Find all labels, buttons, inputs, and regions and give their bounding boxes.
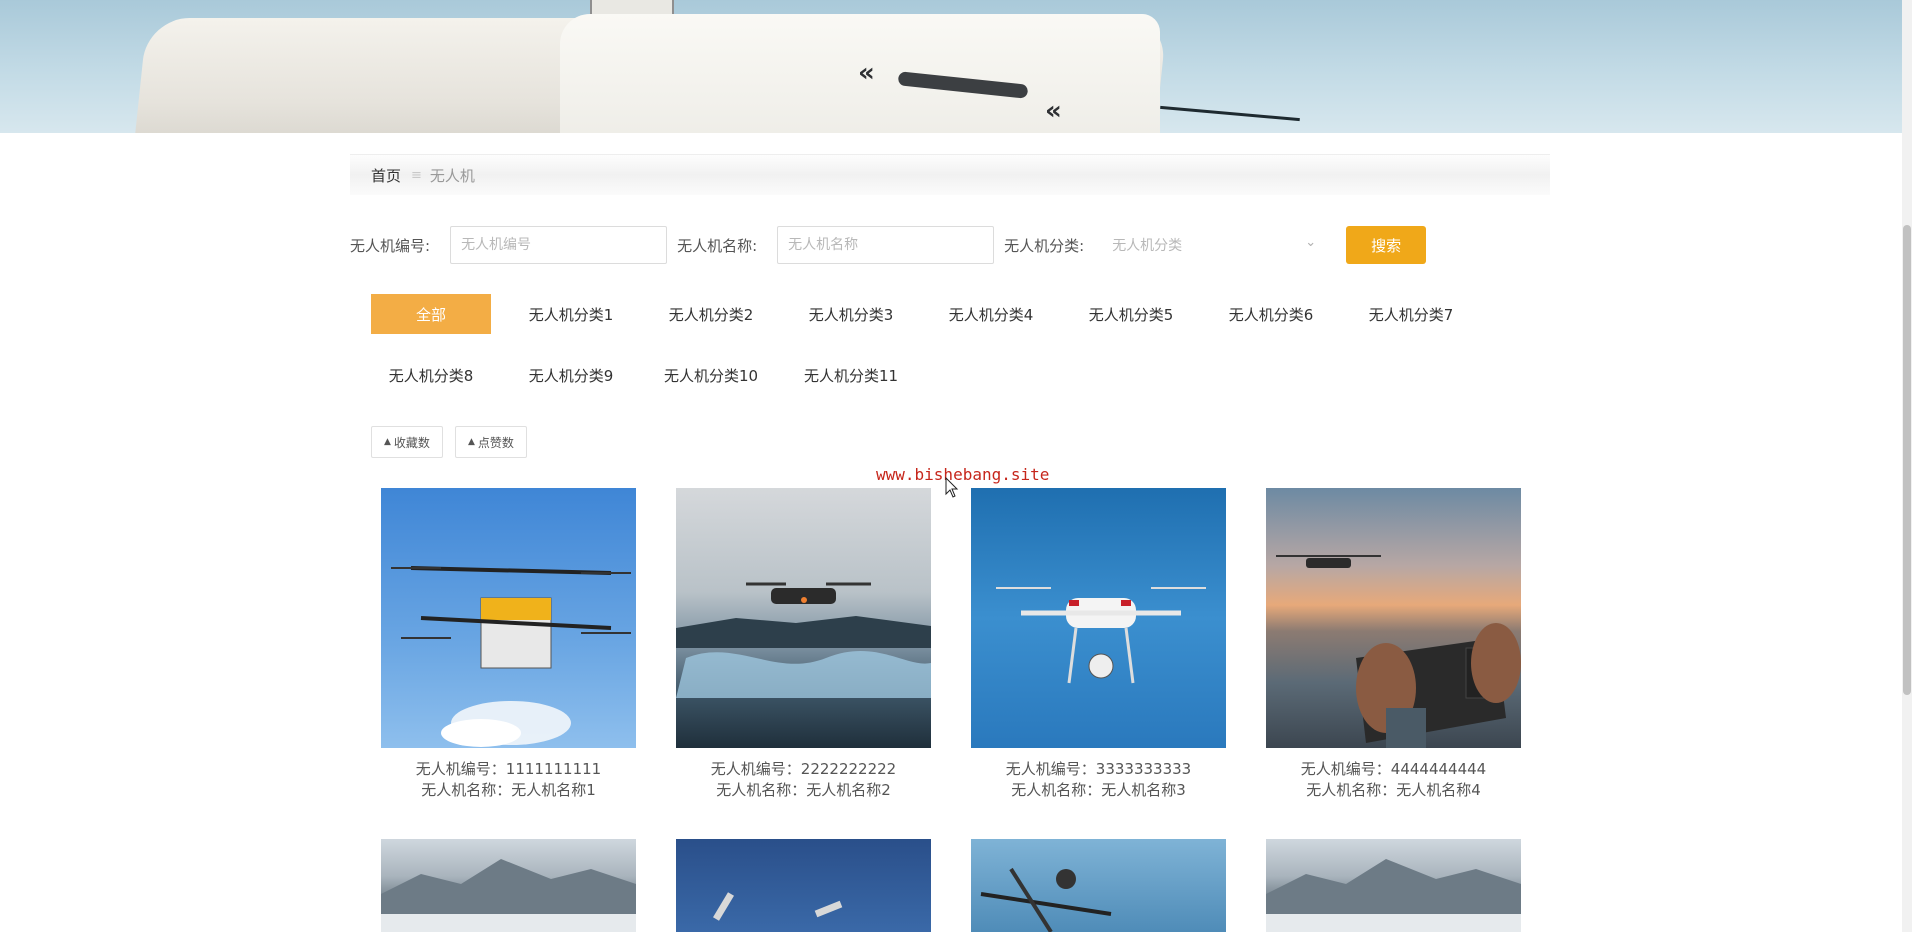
product-image[interactable] bbox=[381, 488, 636, 748]
scrollbar-thumb[interactable] bbox=[1903, 225, 1911, 695]
search-button[interactable]: 搜索 bbox=[1346, 226, 1427, 264]
product-name-label: 无人机名称： bbox=[716, 781, 807, 799]
drone-photo bbox=[712, 892, 843, 921]
product-name-label: 无人机名称： bbox=[1011, 781, 1102, 799]
name-label: 无人机名称: bbox=[677, 236, 758, 255]
sort-favorites-label: 收藏数 bbox=[393, 435, 430, 450]
product-name: 无人机名称：无人机名称1 bbox=[381, 780, 636, 801]
watermark-text: www.bishebang.site bbox=[876, 465, 1050, 484]
drone-photo bbox=[996, 587, 1206, 684]
sort-arrows-icon: ▲︎ bbox=[384, 437, 391, 447]
breadcrumb-current: 无人机 bbox=[429, 166, 475, 185]
page-scrollbar[interactable] bbox=[1902, 0, 1912, 932]
drone-photo bbox=[980, 867, 1112, 932]
product-image[interactable] bbox=[676, 839, 931, 932]
product-name-value: 无人机名称3 bbox=[1101, 781, 1186, 799]
product-meta: 无人机编号：4444444444 无人机名称：无人机名称4 bbox=[1266, 759, 1521, 801]
product-code: 无人机编号：4444444444 bbox=[1266, 759, 1521, 780]
category-tab[interactable]: 无人机分类11 bbox=[791, 355, 911, 395]
product-card[interactable]: 无人机编号：3333333333 无人机名称：无人机名称3 bbox=[971, 488, 1226, 801]
product-code-value: 2222222222 bbox=[800, 760, 897, 778]
sort-bar: ▲︎ 收藏数 ▲︎ 点赞数 bbox=[371, 426, 539, 458]
product-code: 无人机编号：2222222222 bbox=[676, 759, 931, 780]
product-image[interactable] bbox=[971, 839, 1226, 932]
product-card[interactable]: 无人机编号：1111111111 无人机名称：无人机名称1 bbox=[381, 488, 636, 801]
breadcrumb-home[interactable]: 首页 bbox=[371, 165, 401, 186]
category-tab[interactable]: 无人机分类1 bbox=[511, 294, 631, 334]
product-meta: 无人机编号：1111111111 无人机名称：无人机名称1 bbox=[381, 759, 636, 801]
code-label: 无人机编号: bbox=[350, 236, 431, 255]
sort-likes-label: 点赞数 bbox=[477, 435, 514, 450]
drone-photo bbox=[676, 582, 931, 698]
banner-cable bbox=[1160, 105, 1300, 122]
product-card[interactable]: 无人机编号：2222222222 无人机名称：无人机名称2 bbox=[676, 488, 931, 801]
sort-favorites-button[interactable]: ▲︎ 收藏数 bbox=[371, 426, 443, 458]
product-card[interactable] bbox=[1266, 839, 1521, 932]
product-image[interactable] bbox=[971, 488, 1226, 748]
category-select-placeholder: 无人机分类 bbox=[1112, 238, 1183, 254]
mountain-photo bbox=[1266, 859, 1521, 932]
product-image[interactable] bbox=[676, 488, 931, 748]
product-code-label: 无人机编号： bbox=[1300, 760, 1391, 778]
category-tab[interactable]: 无人机分类9 bbox=[511, 355, 631, 395]
search-form: 无人机编号: 无人机名称: 无人机分类: 无人机分类 ⌄ 搜索 bbox=[350, 226, 1427, 264]
product-name: 无人机名称：无人机名称3 bbox=[971, 780, 1226, 801]
product-card[interactable] bbox=[971, 839, 1226, 932]
product-image[interactable] bbox=[1266, 488, 1521, 748]
category-tab[interactable]: 无人机分类8 bbox=[371, 355, 491, 395]
drone-photo bbox=[391, 566, 631, 747]
sort-likes-button[interactable]: ▲︎ 点赞数 bbox=[454, 426, 527, 458]
product-name: 无人机名称：无人机名称2 bbox=[676, 780, 931, 801]
product-code-value: 1111111111 bbox=[505, 760, 602, 778]
product-image[interactable] bbox=[1266, 839, 1521, 932]
product-meta: 无人机编号：3333333333 无人机名称：无人机名称3 bbox=[971, 759, 1226, 801]
category-tab-all[interactable]: 全部 bbox=[371, 294, 491, 334]
product-name: 无人机名称：无人机名称4 bbox=[1266, 780, 1521, 801]
product-code-label: 无人机编号： bbox=[710, 760, 801, 778]
product-meta: 无人机编号：2222222222 无人机名称：无人机名称2 bbox=[676, 759, 931, 801]
product-code-value: 4444444444 bbox=[1390, 760, 1487, 778]
product-name-value: 无人机名称4 bbox=[1396, 781, 1481, 799]
product-name-label: 无人机名称： bbox=[1306, 781, 1397, 799]
banner-image: « « bbox=[0, 0, 1902, 133]
product-code-label: 无人机编号： bbox=[1005, 760, 1096, 778]
category-tab[interactable]: 无人机分类6 bbox=[1211, 294, 1331, 334]
banner-chevron-left-icon: « bbox=[858, 58, 875, 88]
product-code: 无人机编号：1111111111 bbox=[381, 759, 636, 780]
category-tab[interactable]: 无人机分类2 bbox=[651, 294, 771, 334]
category-label: 无人机分类: bbox=[1004, 236, 1085, 255]
mountain-photo bbox=[381, 859, 636, 932]
product-card[interactable]: 无人机编号：4444444444 无人机名称：无人机名称4 bbox=[1266, 488, 1521, 801]
drone-photo bbox=[1276, 555, 1521, 748]
sort-arrows-icon: ▲︎ bbox=[467, 437, 475, 447]
product-card[interactable] bbox=[676, 839, 931, 932]
product-code: 无人机编号：3333333333 bbox=[971, 759, 1226, 780]
code-input[interactable] bbox=[450, 226, 668, 264]
breadcrumb-separator-icon: ≡ bbox=[411, 167, 422, 183]
category-tab[interactable]: 无人机分类10 bbox=[651, 355, 771, 395]
chevron-down-icon: ⌄ bbox=[1305, 235, 1317, 250]
product-card[interactable] bbox=[381, 839, 636, 932]
category-tab[interactable]: 无人机分类3 bbox=[791, 294, 911, 334]
breadcrumb: 首页 ≡ 无人机 bbox=[350, 154, 1550, 195]
category-tab[interactable]: 无人机分类7 bbox=[1351, 294, 1471, 334]
product-name-value: 无人机名称1 bbox=[511, 781, 596, 799]
category-select[interactable]: 无人机分类 ⌄ bbox=[1102, 226, 1328, 264]
product-name-label: 无人机名称： bbox=[421, 781, 512, 799]
name-input[interactable] bbox=[777, 226, 995, 264]
product-name-value: 无人机名称2 bbox=[806, 781, 891, 799]
banner-chevron-right-icon: « bbox=[1045, 96, 1062, 126]
product-code-value: 3333333333 bbox=[1095, 760, 1192, 778]
category-tab[interactable]: 无人机分类5 bbox=[1071, 294, 1191, 334]
mouse-cursor-icon bbox=[945, 477, 959, 498]
product-code-label: 无人机编号： bbox=[415, 760, 506, 778]
product-image[interactable] bbox=[381, 839, 636, 932]
category-tab[interactable]: 无人机分类4 bbox=[931, 294, 1051, 334]
